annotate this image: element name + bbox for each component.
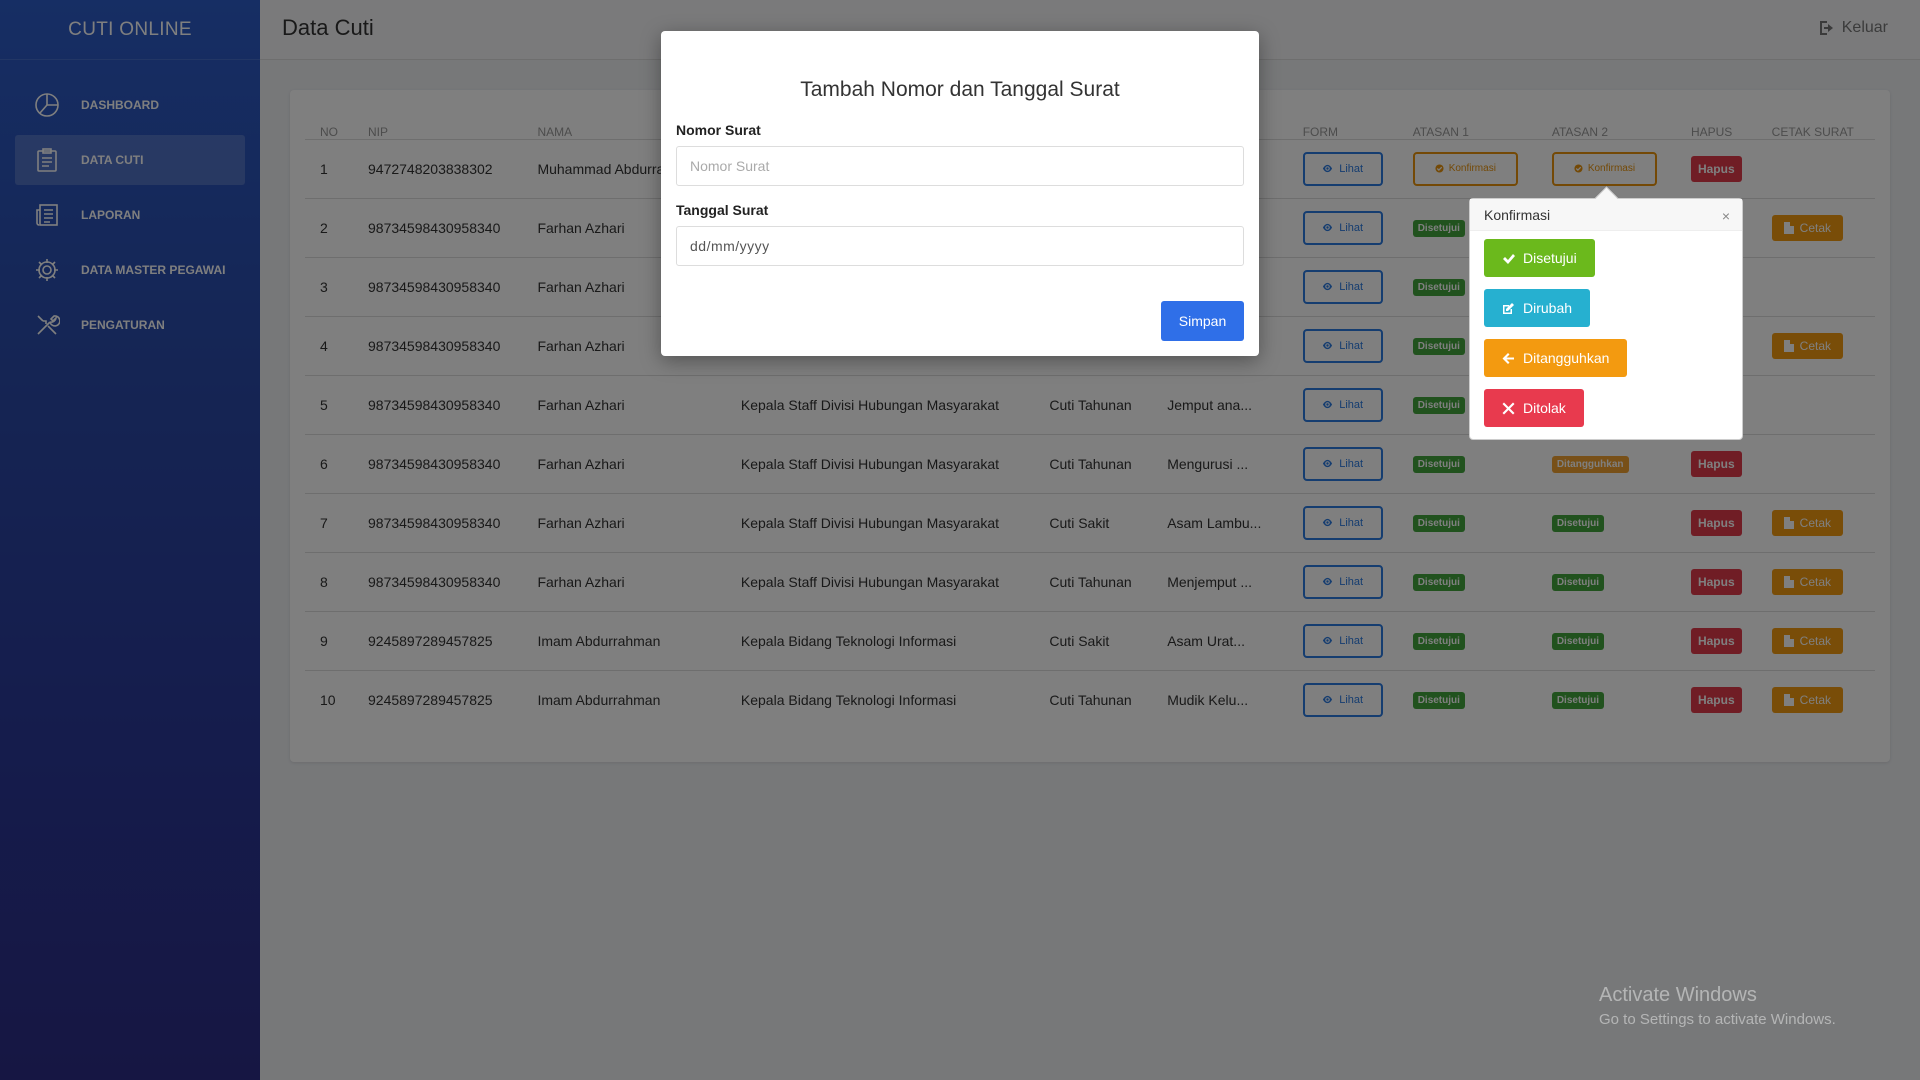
- dirubah-label: Dirubah: [1523, 300, 1573, 316]
- tanggal-surat-label: Tanggal Surat: [676, 202, 769, 218]
- arrow-left-icon: [1502, 352, 1514, 364]
- tanggal-surat-input[interactable]: dd/mm/yyyy: [676, 226, 1244, 266]
- dirubah-button[interactable]: Dirubah: [1484, 289, 1591, 327]
- popover-title: Konfirmasi: [1484, 207, 1551, 223]
- popover-close-button[interactable]: ×: [1722, 208, 1730, 224]
- modal-title: Tambah Nomor dan Tanggal Surat: [800, 78, 1120, 101]
- ditangguhkan-label: Ditangguhkan: [1523, 350, 1610, 366]
- simpan-button[interactable]: Simpan: [1161, 301, 1244, 341]
- disetujui-button[interactable]: Disetujui: [1484, 239, 1595, 277]
- windows-activation-watermark: Activate Windows Go to Settings to activ…: [1599, 984, 1836, 1028]
- popover-body: Disetujui Dirubah Ditangguhkan Ditolak: [1470, 231, 1742, 447]
- ditolak-label: Ditolak: [1523, 400, 1566, 416]
- edit-icon: [1503, 302, 1514, 314]
- nomor-surat-input[interactable]: Nomor Surat: [676, 146, 1244, 186]
- nomor-surat-label: Nomor Surat: [676, 122, 761, 138]
- popover-header: Konfirmasi ×: [1470, 199, 1742, 231]
- watermark-line2: Go to Settings to activate Windows.: [1599, 1011, 1836, 1028]
- tambah-surat-modal: Tambah Nomor dan Tanggal Surat Nomor Sur…: [661, 31, 1259, 356]
- ditangguhkan-button[interactable]: Ditangguhkan: [1484, 339, 1628, 377]
- ditolak-button[interactable]: Ditolak: [1484, 389, 1584, 427]
- konfirmasi-popover: Konfirmasi × Disetujui Dirubah Ditangguh…: [1469, 198, 1743, 440]
- watermark-line1: Activate Windows: [1599, 984, 1757, 1006]
- check-icon: [1503, 253, 1515, 264]
- x-icon: [1502, 402, 1515, 414]
- disetujui-label: Disetujui: [1523, 250, 1577, 266]
